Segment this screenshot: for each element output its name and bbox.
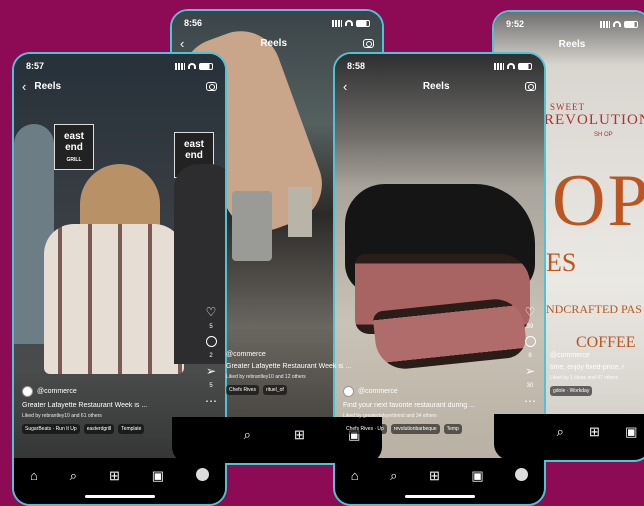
audio-chip[interactable]: gdole · Workday (550, 386, 593, 396)
audio-chip[interactable]: Chefs Rives · Up (343, 424, 387, 434)
camera-icon[interactable] (363, 38, 374, 48)
search-icon[interactable]: ⌕ (557, 424, 564, 440)
sign-sub-text: SH OP (594, 132, 613, 138)
liked-by-text[interactable]: Liked by rebrantley10 and 61 others (22, 413, 199, 419)
reels-title: Reels (34, 80, 62, 92)
sign-name-2: east end (183, 139, 204, 161)
create-icon[interactable]: ⊞ (294, 427, 305, 443)
status-time: 8:57 (26, 61, 45, 71)
sign-es-text: ES (546, 248, 577, 277)
more-icon[interactable]: ⋯ (524, 395, 536, 407)
tagged-account-chip[interactable]: rituel_of (262, 385, 287, 395)
battery-icon (199, 62, 213, 70)
reels-icon[interactable]: ▣ (152, 468, 164, 484)
reel-caption[interactable]: Greater Lafayette Restaurant Week is ... (22, 402, 199, 409)
home-icon[interactable]: ⌂ (30, 468, 38, 483)
reels-title: Reels (422, 80, 450, 92)
reel-caption[interactable]: Find your next favorite restaurant durin… (343, 402, 518, 409)
sign-grill: GRILL (66, 157, 82, 163)
battery-icon (624, 20, 638, 28)
share-count: 30 (526, 383, 534, 389)
liked-by-text[interactable]: Liked by 1 ideas and 47 others (550, 375, 624, 381)
template-chip[interactable]: Temp (443, 424, 462, 434)
signal-icon (332, 19, 342, 27)
reel-caption[interactable]: time, enjoy fixed-price, mult... (550, 364, 624, 371)
status-time: 9:52 (506, 19, 525, 29)
sign-coffee-text: COFFEE (576, 334, 636, 351)
status-bar: 8:58 (347, 60, 532, 72)
share-icon[interactable]: ➢ (206, 365, 216, 377)
reels-title: Reels (558, 38, 586, 50)
restaurant-sign: east end GRILL (54, 124, 94, 170)
sign-top-text: SWEET (550, 102, 585, 112)
profile-avatar[interactable] (195, 468, 209, 481)
search-icon[interactable]: ⌕ (244, 427, 251, 443)
wifi-icon (345, 20, 353, 26)
audio-chip[interactable]: Chefs Rives (226, 385, 259, 395)
battery-icon (518, 62, 532, 70)
tagged-account-chip[interactable]: revolutionbarbeque (390, 424, 440, 434)
like-icon[interactable]: ♡ (525, 306, 536, 318)
home-icon[interactable]: ⌂ (351, 468, 359, 483)
liked-by-text[interactable]: Liked by rebrantley10 and 12 others (226, 374, 356, 380)
back-icon[interactable]: ‹ (22, 80, 26, 93)
avatar[interactable] (343, 386, 354, 397)
comment-icon[interactable] (205, 336, 217, 347)
wifi-icon (507, 63, 515, 69)
like-count: 5 (209, 324, 213, 330)
status-time: 8:56 (184, 18, 203, 28)
status-bar: 8:56 (184, 17, 370, 29)
account-handle[interactable]: @commerce (358, 388, 398, 395)
person-right (174, 164, 225, 364)
home-indicator (404, 495, 475, 498)
account-handle[interactable]: @commerce (226, 351, 266, 358)
wifi-icon (188, 63, 196, 69)
sign-name: east end (63, 131, 84, 153)
sign-main-text: REVOLUTION (544, 112, 644, 128)
home-indicator (84, 495, 155, 498)
camera-icon[interactable] (525, 81, 536, 91)
wifi-icon (613, 21, 621, 27)
comment-count: 2 (209, 353, 213, 359)
reels-icon[interactable]: ▣ (471, 468, 483, 484)
share-count: 5 (209, 383, 213, 389)
reels-icon[interactable]: ▣ (625, 424, 637, 440)
status-bar: 8:57 (26, 60, 213, 72)
account-handle[interactable]: @commerce (37, 388, 77, 395)
signal-icon (494, 62, 504, 70)
status-bar: 9:52 (506, 18, 638, 30)
liked-by-text[interactable]: Liked by greaterlafayettemd and 34 other… (343, 413, 518, 419)
share-icon[interactable]: ➢ (525, 365, 535, 377)
reel-caption[interactable]: Greater Lafayette Restaurant Week is ... (226, 363, 356, 370)
signal-icon (600, 20, 610, 28)
shaker-shape (232, 191, 272, 261)
back-icon[interactable]: ‹ (180, 37, 184, 50)
profile-avatar[interactable] (515, 468, 529, 481)
like-count: 39 (526, 324, 534, 330)
search-icon[interactable]: ⌕ (390, 468, 397, 484)
audio-chip[interactable]: SugarBeats · Run It Up (22, 424, 80, 434)
camera-icon[interactable] (206, 81, 217, 91)
create-icon[interactable]: ⊞ (589, 424, 600, 440)
comment-icon[interactable] (524, 336, 536, 347)
sign-big-text: OPE (552, 160, 644, 242)
search-icon[interactable]: ⌕ (70, 468, 77, 484)
reels-title: Reels (260, 37, 288, 49)
signal-icon (175, 62, 185, 70)
battery-icon (356, 19, 370, 27)
create-icon[interactable]: ⊞ (429, 468, 440, 484)
person-jacket (44, 224, 184, 374)
create-icon[interactable]: ⊞ (109, 468, 120, 484)
jigger-shape (288, 187, 312, 237)
status-time: 8:58 (347, 61, 366, 71)
sign-crafted-text: NDCRAFTED PAS (546, 302, 642, 316)
more-icon[interactable]: ⋯ (205, 395, 217, 407)
like-icon[interactable]: ♡ (206, 306, 217, 318)
tagged-account-chip[interactable]: easterdgrill (83, 424, 115, 434)
account-handle[interactable]: @commerce (550, 352, 590, 359)
back-icon[interactable]: ‹ (343, 80, 347, 93)
template-chip[interactable]: Template (118, 424, 145, 434)
comment-count: 8 (528, 353, 532, 359)
avatar[interactable] (22, 386, 33, 397)
